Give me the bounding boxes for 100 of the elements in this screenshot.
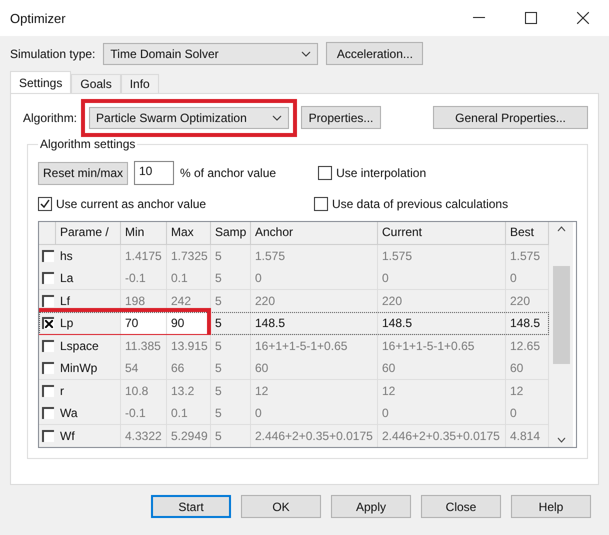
tab[interactable]: Goals xyxy=(71,74,121,93)
table-row[interactable]: Wa -0.1 0.1 5 0 0 0 xyxy=(39,402,549,424)
table-cell: 1.4175 xyxy=(121,244,167,268)
table-cell: 13.2 xyxy=(167,380,211,402)
table-row[interactable]: La -0.1 0.1 5 0 0 0 xyxy=(39,267,549,290)
algorithm-label: Algorithm: xyxy=(23,110,78,124)
close-icon[interactable] xyxy=(577,12,589,24)
checkbox[interactable] xyxy=(38,197,52,211)
general-properties-button[interactable]: General Properties... xyxy=(433,106,588,129)
dialog-button[interactable]: Help xyxy=(511,495,591,518)
tab[interactable]: Settings xyxy=(10,71,72,93)
row-checkbox[interactable] xyxy=(42,407,54,419)
table-row[interactable]: hs 1.4175 1.7325 5 1.575 1.575 1.575 xyxy=(39,244,549,267)
row-checkbox[interactable] xyxy=(42,430,54,442)
table-cell: Lspace xyxy=(56,334,121,358)
table-cell: 0 xyxy=(506,267,549,290)
algorithm-dropdown[interactable]: Particle Swarm Optimization xyxy=(89,106,290,128)
table-cell: 0 xyxy=(378,402,506,425)
table-cell: 5 xyxy=(211,290,251,312)
table-cell: 1.7325 xyxy=(167,244,211,268)
chevron-down-icon xyxy=(272,114,282,120)
scrollbar[interactable] xyxy=(549,222,573,447)
table-cell: 54 xyxy=(121,357,167,380)
column-header[interactable]: Current xyxy=(378,222,506,244)
table-cell: -0.1 xyxy=(121,267,167,290)
dialog-button[interactable]: Close xyxy=(421,495,501,518)
percent-field[interactable]: 10 xyxy=(134,161,174,185)
column-header[interactable]: Parame / xyxy=(56,222,121,244)
window-title: Optimizer xyxy=(10,10,67,26)
table-cell: 0 xyxy=(251,402,378,425)
table-cell: 0.1 xyxy=(167,267,211,290)
checkbox-label: Use interpolation xyxy=(336,166,426,180)
column-header[interactable]: Max xyxy=(167,222,211,244)
table-cell: 60 xyxy=(251,357,378,380)
table-row[interactable]: Lf 198 242 5 220 220 220 xyxy=(39,290,549,312)
simulation-type-dropdown[interactable]: Time Domain Solver xyxy=(103,42,318,64)
table-cell: 0 xyxy=(506,402,549,425)
table-cell: Wa xyxy=(56,402,121,425)
checkbox[interactable] xyxy=(314,197,328,211)
table-cell: 5 xyxy=(211,244,251,268)
row-checkbox[interactable] xyxy=(42,384,54,396)
scroll-up-icon[interactable] xyxy=(556,226,566,232)
scroll-down-icon[interactable] xyxy=(556,437,566,443)
table-cell: 60 xyxy=(506,357,549,380)
table-cell: 1.575 xyxy=(378,244,506,268)
row-checkbox[interactable] xyxy=(42,272,54,284)
reset-button[interactable]: Reset min/max xyxy=(38,162,128,184)
table-cell: 5.2949 xyxy=(167,424,211,447)
table-row[interactable]: Wf 4.3322 5.2949 5 2.446+2+0.35+0.0175 2.446+2+0.35+0.0175 4.814 xyxy=(39,424,549,447)
row-checkbox[interactable] xyxy=(42,362,54,374)
row-checkbox[interactable] xyxy=(42,294,54,306)
table-cell: 5 xyxy=(211,267,251,290)
column-header[interactable]: Best xyxy=(506,222,549,244)
table-cell: 148.5 xyxy=(378,312,506,335)
column-header[interactable]: Min xyxy=(121,222,167,244)
table-cell: 0 xyxy=(378,267,506,290)
row-checkbox[interactable] xyxy=(42,340,54,352)
table-cell: 4.3322 xyxy=(121,424,167,447)
group-title: Algorithm settings xyxy=(39,137,136,151)
row-checkbox[interactable] xyxy=(42,317,54,329)
table-cell: 2.446+2+0.35+0.0175 xyxy=(251,424,378,447)
table-cell: 5 xyxy=(211,357,251,380)
percent-label: % of anchor value xyxy=(180,166,276,180)
table-row[interactable]: r 10.8 13.2 5 12 12 12 xyxy=(39,380,549,402)
tab[interactable]: Info xyxy=(120,74,159,93)
table-cell: 10.8 xyxy=(121,380,167,402)
column-header[interactable]: Anchor xyxy=(251,222,378,244)
table-cell: 16+1+1-5-1+0.65 xyxy=(378,334,506,358)
table-cell: 5 xyxy=(211,312,251,335)
table-cell: hs xyxy=(56,244,121,268)
table-cell: La xyxy=(56,267,121,290)
table-cell: 0 xyxy=(251,267,378,290)
maximize-icon[interactable] xyxy=(525,12,537,24)
table-cell: 220 xyxy=(251,290,378,312)
table-row[interactable]: MinWp 54 66 5 60 60 60 xyxy=(39,357,549,380)
column-header[interactable]: Samp xyxy=(211,222,251,244)
dialog-button[interactable]: OK xyxy=(241,495,321,518)
acceleration-button[interactable]: Acceleration... xyxy=(326,42,424,65)
minimize-icon[interactable] xyxy=(473,17,485,19)
table-cell: 1.575 xyxy=(506,244,549,268)
table-cell: 1.575 xyxy=(251,244,378,268)
table-cell: 11.385 xyxy=(121,334,167,358)
table-cell: 2.446+2+0.35+0.0175 xyxy=(378,424,506,447)
table-cell: 148.5 xyxy=(251,312,378,335)
table-row[interactable]: Lspace 11.385 13.915 5 16+1+1-5-1+0.65 16+1+1-5-1+0.65 12.65 xyxy=(39,334,549,357)
table-cell: 220 xyxy=(378,290,506,312)
table-cell: 148.5 xyxy=(506,312,549,335)
properties-button[interactable]: Properties... xyxy=(301,106,382,129)
checkbox[interactable] xyxy=(318,166,332,180)
table-cell: 60 xyxy=(378,357,506,380)
dialog-button[interactable]: Apply xyxy=(331,495,411,518)
table-cell: 66 xyxy=(167,357,211,380)
chevron-down-icon xyxy=(301,50,312,56)
table-cell: 70 xyxy=(121,312,167,335)
checkbox-label: Use data of previous calculations xyxy=(332,197,508,211)
table-cell: MinWp xyxy=(56,357,121,380)
row-checkbox[interactable] xyxy=(42,250,54,262)
table-cell: r xyxy=(56,380,121,402)
dialog-button[interactable]: Start xyxy=(151,495,231,518)
table-cell: 12.65 xyxy=(506,334,549,358)
